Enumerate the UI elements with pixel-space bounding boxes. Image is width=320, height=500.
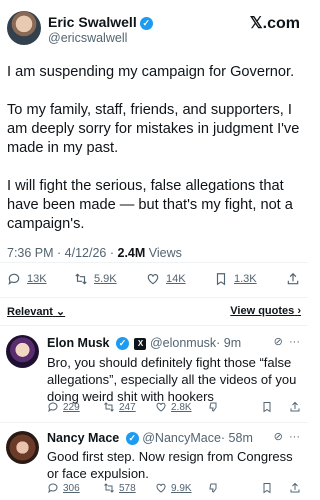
reply-tools: ⊘ ··· bbox=[274, 335, 300, 348]
reply-reply-count: 229 bbox=[63, 401, 80, 413]
bookmark-count: 1.3K bbox=[234, 273, 257, 285]
reply-repost-count: 578 bbox=[119, 482, 136, 494]
bookmark-icon bbox=[263, 483, 271, 494]
downvote-icon bbox=[209, 483, 217, 493]
reply-like-count: 9.9K bbox=[171, 482, 192, 494]
tweet-paragraph-1: I am suspending my campaign for Governor… bbox=[7, 64, 295, 80]
reply-tools: ⊘ ··· bbox=[274, 430, 300, 443]
reply-avatar[interactable] bbox=[6, 335, 39, 368]
views-count: 2.4M bbox=[117, 246, 146, 260]
author-name[interactable]: Eric Swalwell ✓ bbox=[48, 14, 153, 30]
like-button[interactable]: 14K bbox=[146, 272, 186, 286]
author-avatar[interactable] bbox=[7, 11, 41, 45]
bookmark-button[interactable]: 1.3K bbox=[214, 272, 257, 286]
reply-repost-button[interactable]: 247 bbox=[103, 401, 136, 413]
reply-share-button[interactable] bbox=[289, 482, 301, 494]
reply-reply-button[interactable]: 229 bbox=[47, 401, 80, 413]
heart-icon bbox=[156, 402, 166, 412]
reply-actions: 229 247 2.8K bbox=[47, 401, 303, 417]
replies-filter-row: Relevant ⌄ View quotes › bbox=[7, 305, 301, 321]
repost-icon bbox=[104, 483, 114, 493]
grok-icon[interactable]: ⊘ bbox=[274, 336, 283, 348]
reply-author-handle[interactable]: @elonmusk bbox=[150, 336, 216, 350]
repost-icon bbox=[75, 273, 87, 285]
chevron-right-icon: › bbox=[297, 305, 301, 317]
chevron-down-icon: ⌄ bbox=[55, 306, 66, 318]
reply-actions: 306 578 9.9K bbox=[47, 482, 303, 498]
reply-downvote-button[interactable] bbox=[207, 482, 219, 494]
tweet-actions: 13K 5.9K 14K 1.3K bbox=[0, 268, 308, 294]
reply-bookmark-button[interactable] bbox=[261, 401, 273, 413]
sort-label: Relevant bbox=[7, 306, 53, 318]
reply-repost-count: 247 bbox=[119, 401, 136, 413]
tweet-paragraph-3: I will fight the serious, false allegati… bbox=[7, 178, 293, 232]
divider bbox=[0, 262, 308, 263]
heart-icon bbox=[147, 274, 159, 285]
share-icon bbox=[290, 401, 300, 412]
x-affiliate-icon: X bbox=[134, 337, 147, 350]
reply-share-button[interactable] bbox=[289, 401, 301, 413]
reply-like-button[interactable]: 9.9K bbox=[155, 482, 192, 494]
reply-count: 13K bbox=[27, 273, 47, 285]
views-label: Views bbox=[148, 246, 182, 260]
tweet-paragraph-2: To my family, staff, friends, and suppor… bbox=[7, 102, 300, 156]
view-quotes-link[interactable]: View quotes › bbox=[230, 305, 301, 317]
reply-avatar[interactable] bbox=[6, 431, 39, 464]
reply-text: Bro, you should definitely fight those “… bbox=[47, 355, 297, 404]
verified-badge-icon: ✓ bbox=[139, 16, 153, 30]
reply-time[interactable]: · 9m bbox=[216, 336, 241, 350]
reply-bookmark-button[interactable] bbox=[261, 482, 273, 494]
sort-relevant-button[interactable]: Relevant ⌄ bbox=[7, 305, 65, 318]
bookmark-icon bbox=[216, 273, 226, 286]
divider bbox=[0, 297, 308, 298]
like-count: 14K bbox=[166, 273, 186, 285]
reply-reply-button[interactable]: 306 bbox=[47, 482, 80, 494]
reply-like-count: 2.8K bbox=[171, 401, 192, 413]
tweet-timestamp[interactable]: 7:36 PM · 4/12/26 · bbox=[7, 246, 114, 260]
tweet-header: Eric Swalwell ✓ @ericswalwell 𝕏.com bbox=[0, 0, 308, 52]
heart-icon bbox=[156, 483, 166, 493]
reply-author-name[interactable]: Nancy Mace bbox=[47, 431, 119, 445]
repost-count: 5.9K bbox=[94, 273, 117, 285]
reply-time[interactable]: · 58m bbox=[221, 431, 253, 445]
more-icon[interactable]: ··· bbox=[289, 336, 300, 348]
share-button[interactable] bbox=[286, 272, 300, 286]
reply-reply-count: 306 bbox=[63, 482, 80, 494]
reply-button[interactable]: 13K bbox=[7, 272, 47, 286]
divider bbox=[0, 422, 308, 423]
more-icon[interactable]: ··· bbox=[289, 431, 300, 443]
reply-downvote-button[interactable] bbox=[207, 401, 219, 413]
downvote-icon bbox=[209, 402, 217, 412]
reply-repost-button[interactable]: 578 bbox=[103, 482, 136, 494]
tweet-meta: 7:36 PM · 4/12/26 · 2.4M Views bbox=[7, 246, 182, 260]
tweet-text: I am suspending my campaign for Governor… bbox=[7, 63, 303, 253]
reply-icon bbox=[8, 273, 20, 286]
share-icon bbox=[287, 272, 299, 285]
reply-like-button[interactable]: 2.8K bbox=[155, 401, 192, 413]
reply-header: Nancy Mace ✓ @NancyMace· 58m bbox=[47, 431, 253, 446]
bookmark-icon bbox=[263, 402, 271, 413]
reply-text: Good first step. Now resign from Congres… bbox=[47, 449, 293, 481]
repost-icon bbox=[104, 402, 114, 412]
grok-icon[interactable]: ⊘ bbox=[274, 431, 283, 443]
author-handle[interactable]: @ericswalwell bbox=[48, 31, 127, 45]
view-quotes-label: View quotes bbox=[230, 305, 295, 317]
share-icon bbox=[290, 482, 300, 493]
repost-button[interactable]: 5.9K bbox=[74, 272, 117, 286]
reply-icon bbox=[48, 483, 58, 494]
verified-badge-icon: ✓ bbox=[125, 432, 139, 446]
divider bbox=[0, 325, 308, 326]
reply-header: Elon Musk ✓ X @elonmusk· 9m bbox=[47, 336, 241, 351]
x-com-logo: 𝕏.com bbox=[249, 15, 300, 32]
reply-author-handle[interactable]: @NancyMace bbox=[142, 431, 221, 445]
verified-badge-icon: ✓ bbox=[116, 337, 129, 351]
reply-author-name[interactable]: Elon Musk bbox=[47, 336, 110, 350]
reply-icon bbox=[48, 402, 58, 413]
author-name-text[interactable]: Eric Swalwell bbox=[48, 14, 137, 30]
